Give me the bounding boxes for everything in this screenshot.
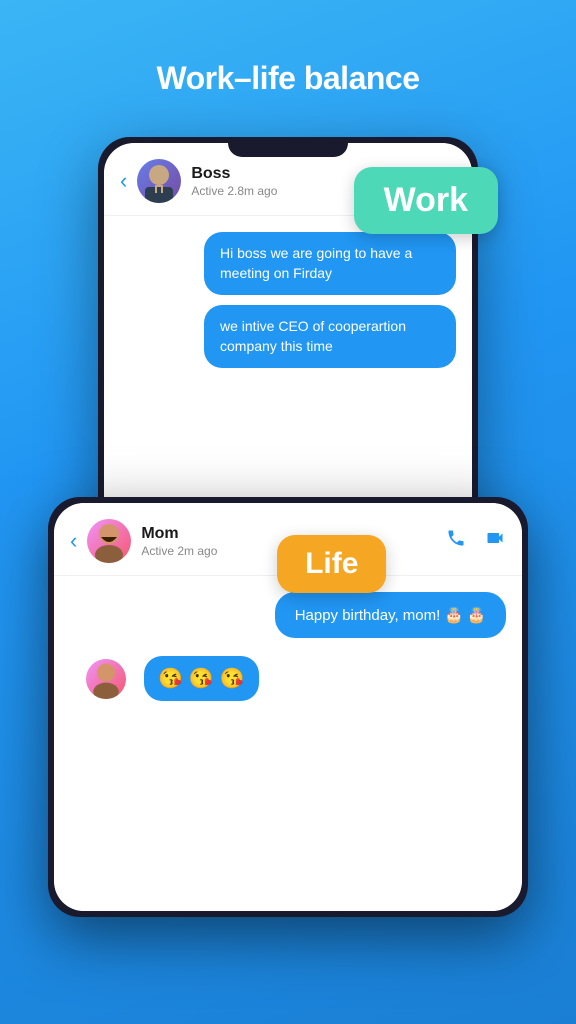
emoji-1: 😘 <box>158 666 183 691</box>
life-avatar-small <box>86 659 126 699</box>
work-message-1: Hi boss we are going to have a meeting o… <box>204 232 456 295</box>
life-messages: Happy birthday, mom! 🎂 🎂 😘 😘 <box>54 576 522 911</box>
work-back-arrow[interactable]: ‹ <box>120 168 127 194</box>
phone-notch <box>228 137 348 157</box>
life-avatar <box>87 519 131 563</box>
phones-container: ‹ Boss Active 2.8m ago <box>48 137 528 917</box>
life-emoji-bubble: 😘 😘 😘 <box>144 656 259 701</box>
life-video-icon[interactable] <box>484 528 506 554</box>
work-label-bubble: Work <box>354 167 498 234</box>
life-header-icons <box>446 528 506 554</box>
life-birthday-message: Happy birthday, mom! 🎂 🎂 <box>275 592 506 638</box>
work-message-2: we intive CEO of cooperartion company th… <box>204 305 456 368</box>
life-call-icon[interactable] <box>446 528 466 554</box>
life-emoji-row: 😘 😘 😘 <box>70 648 506 709</box>
life-back-arrow[interactable]: ‹ <box>70 528 77 554</box>
work-avatar <box>137 159 181 203</box>
life-label-bubble: Life <box>277 535 386 593</box>
emoji-2: 😘 <box>189 666 214 691</box>
page-title: Work–life balance <box>156 60 419 97</box>
emoji-3: 😘 <box>220 666 245 691</box>
